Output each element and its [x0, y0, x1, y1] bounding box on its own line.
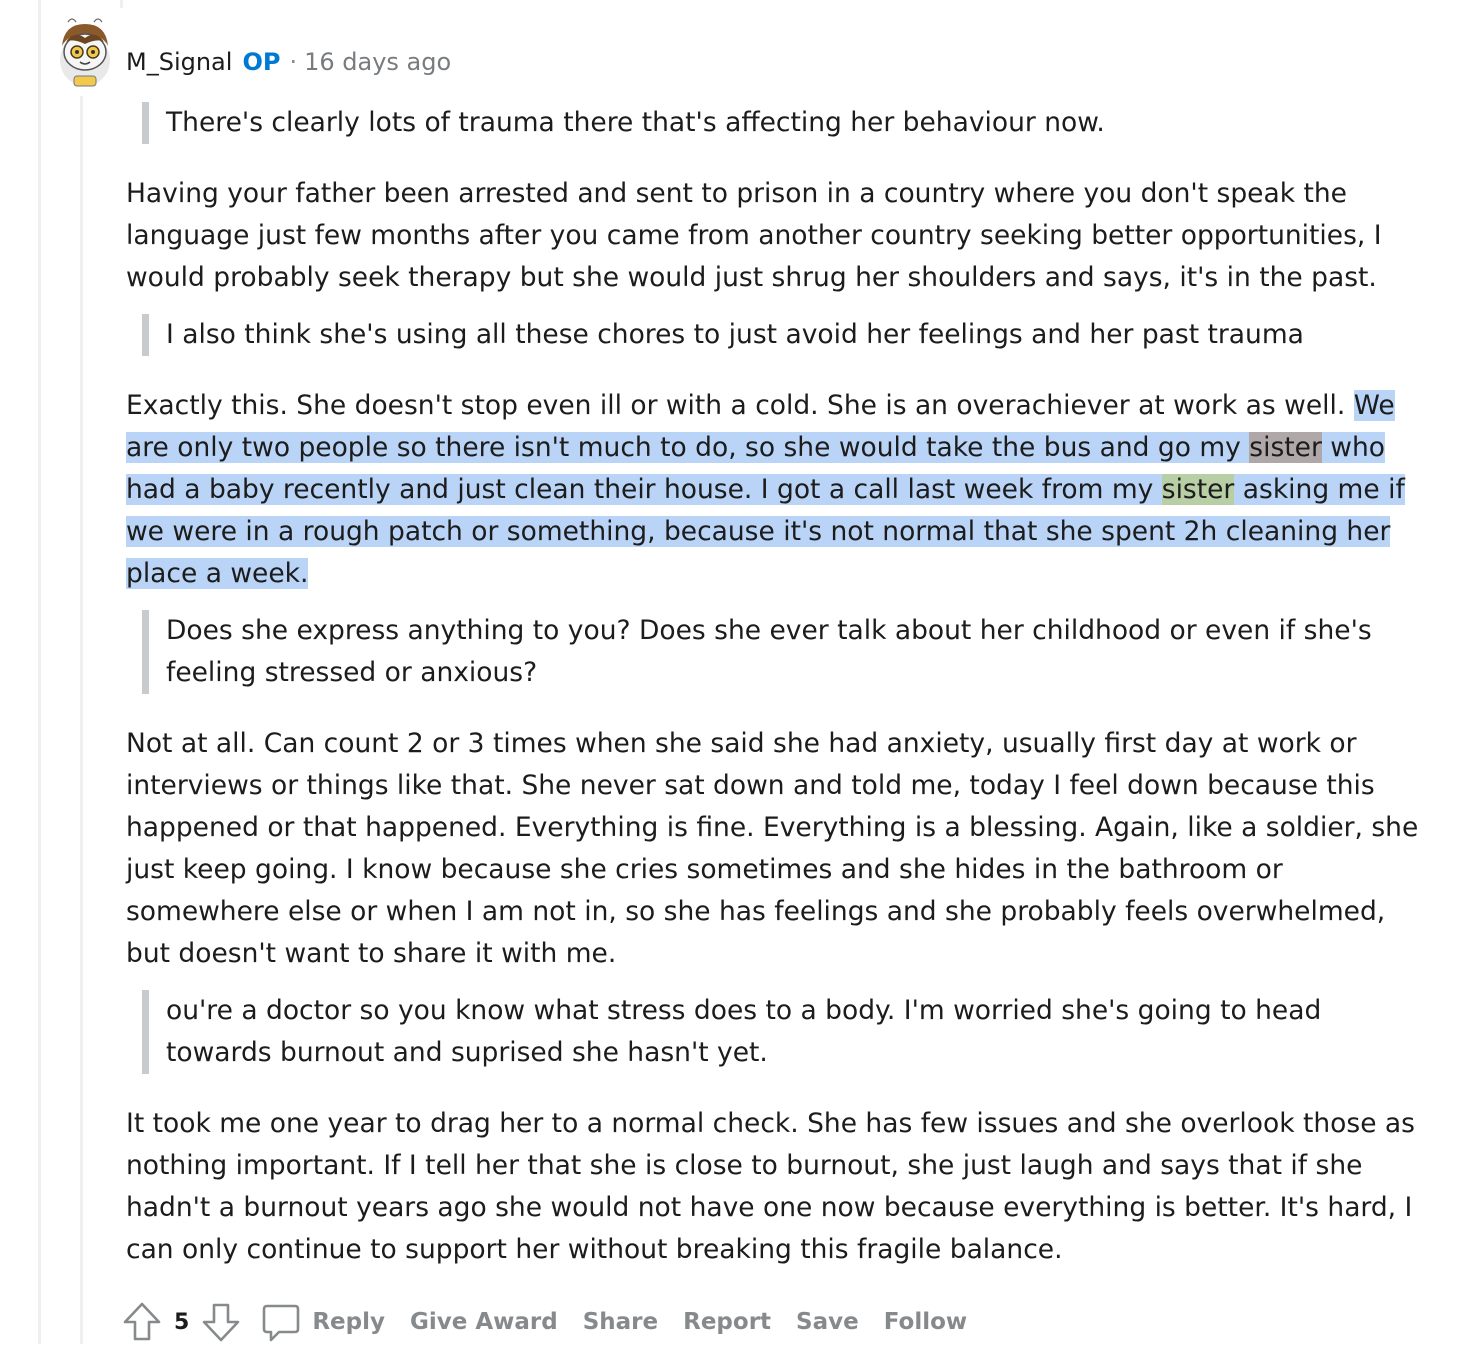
paragraph-line: place a week.	[126, 553, 1416, 595]
blockquote-3: Does she express anything to you? Does s…	[142, 610, 1416, 694]
paragraph-line: Not at all. Can count 2 or 3 times when …	[126, 728, 1357, 759]
blockquote-2: I also think she's using all these chore…	[142, 314, 1416, 356]
quote-line: towards burnout and suprised she hasn't …	[166, 1037, 768, 1068]
paragraph-line: somewhere else or when I am not in, so s…	[126, 896, 1386, 927]
selected-text: place a week.	[126, 558, 309, 589]
avatar[interactable]	[54, 16, 116, 90]
selected-text: we were in a rough patch or something, b…	[126, 516, 1391, 547]
save-button[interactable]: Save	[796, 1309, 859, 1335]
op-badge: OP	[242, 48, 281, 76]
comment-actions: 5 Reply Give Award Share Report Save Fol…	[122, 1300, 992, 1344]
paragraph-line: It took me one year to drag her to a nor…	[126, 1108, 1415, 1139]
quote-line: ou're a doctor so you know what stress d…	[166, 995, 1322, 1026]
paragraph-line: Exactly this. She doesn't stop even ill …	[126, 385, 1416, 427]
blockquote-4: ou're a doctor so you know what stress d…	[142, 990, 1416, 1074]
paragraph-4: It took me one year to drag her to a nor…	[126, 1103, 1416, 1271]
quote-line: Does she express anything to you? Does s…	[166, 615, 1372, 646]
paragraph-line: hadn't a burnout years ago she would not…	[126, 1192, 1413, 1223]
upvote-icon[interactable]	[122, 1300, 162, 1344]
text-run: had a baby recently and just clean their…	[126, 474, 1162, 505]
text-run: who	[1321, 432, 1385, 463]
paragraph-line: just keep going. I know because she crie…	[126, 854, 1283, 885]
reply-button[interactable]: Reply	[261, 1300, 410, 1344]
search-highlight: sister	[1249, 432, 1322, 463]
text-run: Exactly this. She doesn't stop even ill …	[126, 390, 1354, 421]
comment-icon	[261, 1300, 301, 1344]
quote-line: I also think she's using all these chore…	[166, 319, 1304, 350]
avatar-icon	[60, 18, 110, 87]
paragraph-2: Exactly this. She doesn't stop even ill …	[126, 385, 1416, 595]
vote-score: 5	[174, 1309, 190, 1335]
paragraph-line: but doesn't want to share it with me.	[126, 938, 617, 969]
paragraph-line: Having your father been arrested and sen…	[126, 178, 1347, 209]
comment-meta: M_Signal OP · 16 days ago	[126, 44, 451, 80]
paragraph-line: we were in a rough patch or something, b…	[126, 511, 1416, 553]
report-button[interactable]: Report	[683, 1309, 771, 1335]
paragraph-line: nothing important. If I tell her that sh…	[126, 1150, 1363, 1181]
paragraph-line: had a baby recently and just clean their…	[126, 469, 1416, 511]
author-name[interactable]: M_Signal	[126, 48, 232, 76]
selected-text: We	[1353, 390, 1395, 421]
paragraph-1: Having your father been arrested and sen…	[126, 173, 1416, 299]
give-award-button[interactable]: Give Award	[410, 1309, 558, 1335]
paragraph-line: happened or that happened. Everything is…	[126, 812, 1419, 843]
comment-body: There's clearly lots of trauma there tha…	[126, 102, 1419, 1286]
selected-text: are only two people so there isn't much …	[126, 432, 1385, 463]
thread-line-collapse[interactable]	[80, 96, 83, 1344]
search-highlight-current: sister	[1161, 474, 1235, 505]
paragraph-line: are only two people so there isn't much …	[126, 427, 1416, 469]
follow-button[interactable]: Follow	[884, 1309, 967, 1335]
paragraph-line: can only continue to support her without…	[126, 1234, 1063, 1265]
meta-separator: ·	[289, 48, 298, 76]
comment-timestamp[interactable]: 16 days ago	[304, 48, 451, 76]
paragraph-line: language just few months after you came …	[126, 220, 1382, 251]
text-run: are only two people so there isn't much …	[126, 432, 1250, 463]
thread-line-outer[interactable]	[38, 0, 41, 1344]
paragraph-line: would probably seek therapy but she woul…	[126, 262, 1377, 293]
blockquote-1: There's clearly lots of trauma there tha…	[142, 102, 1416, 144]
quote-line: There's clearly lots of trauma there tha…	[166, 107, 1105, 138]
share-button[interactable]: Share	[583, 1309, 658, 1335]
paragraph-3: Not at all. Can count 2 or 3 times when …	[126, 723, 1419, 975]
reply-label: Reply	[312, 1309, 385, 1335]
selected-text: had a baby recently and just clean their…	[126, 474, 1405, 505]
thread-line-parent[interactable]	[120, 0, 123, 8]
downvote-icon[interactable]	[201, 1300, 241, 1344]
text-run: asking me if	[1234, 474, 1405, 505]
paragraph-line: interviews or things like that. She neve…	[126, 770, 1375, 801]
quote-line: feeling stressed or anxious?	[166, 657, 538, 688]
